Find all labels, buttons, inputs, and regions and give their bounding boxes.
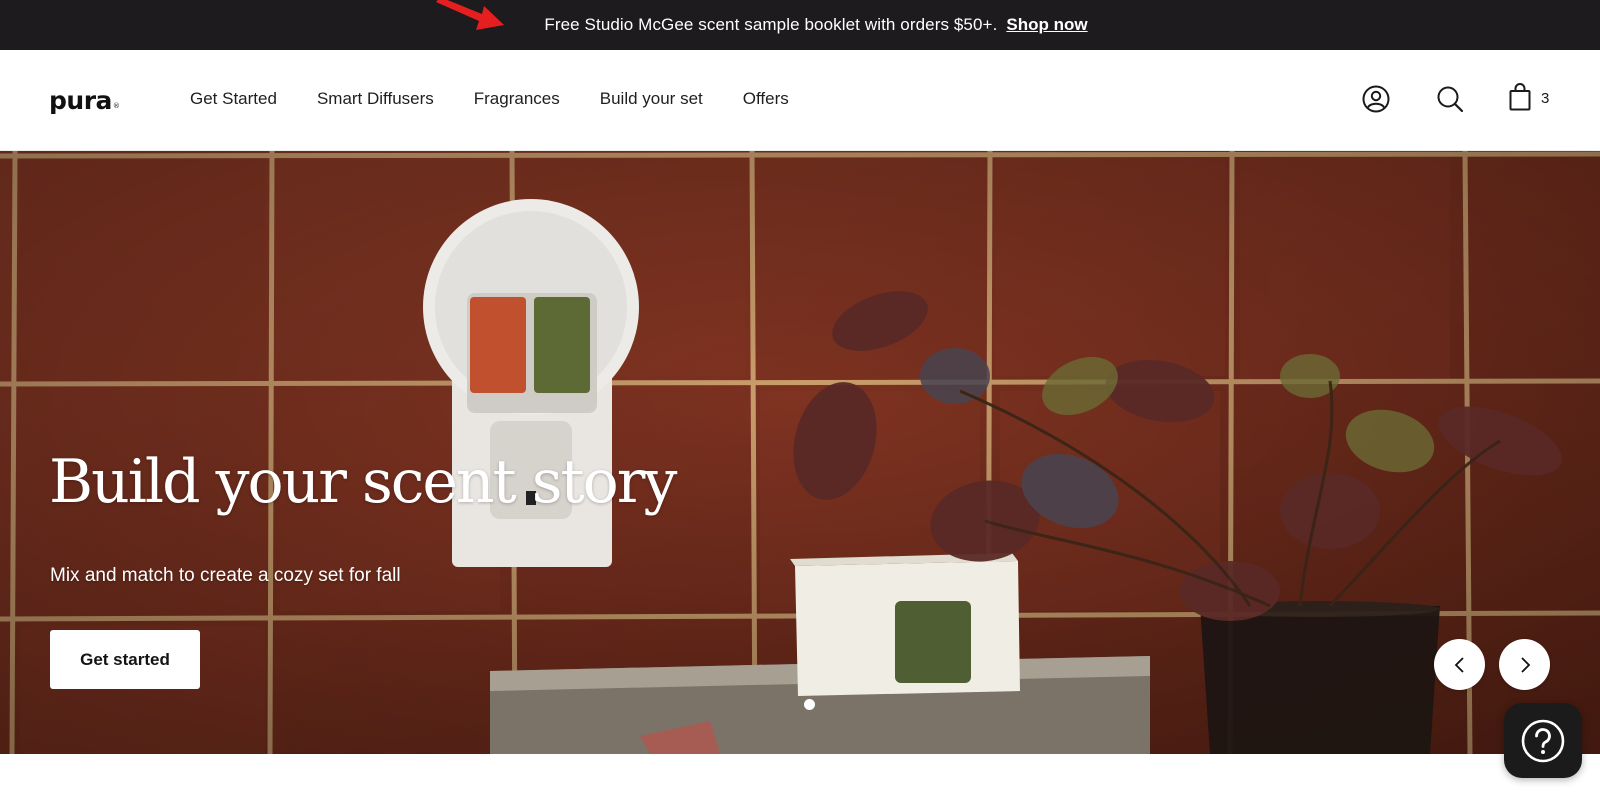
- carousel-dot-active[interactable]: [804, 699, 815, 710]
- bag-icon[interactable]: [1509, 83, 1531, 111]
- help-chat-button[interactable]: [1504, 703, 1582, 778]
- shop-now-link[interactable]: Shop now: [1006, 15, 1087, 35]
- main-nav: Get Started Smart Diffusers Fragrances B…: [190, 89, 829, 109]
- nav-build-your-set[interactable]: Build your set: [600, 89, 703, 109]
- cart-count[interactable]: 3: [1541, 90, 1549, 107]
- get-started-button[interactable]: Get started: [50, 630, 200, 689]
- nav-smart-diffusers[interactable]: Smart Diffusers: [317, 89, 434, 109]
- hero-title: Build your scent story: [49, 447, 677, 517]
- nav-get-started[interactable]: Get Started: [190, 89, 277, 109]
- search-icon[interactable]: [1436, 85, 1464, 113]
- announcement-bar: Free Studio McGee scent sample booklet w…: [0, 0, 1600, 50]
- hero-subtitle: Mix and match to create a cozy set for f…: [50, 565, 401, 586]
- site-header: pura® Get Started Smart Diffusers Fragra…: [0, 50, 1600, 151]
- nav-offers[interactable]: Offers: [743, 89, 789, 109]
- carousel-prev-button[interactable]: [1434, 639, 1485, 690]
- hero-banner: Build your scent story Mix and match to …: [0, 151, 1600, 754]
- pura-logo[interactable]: pura®: [49, 86, 120, 115]
- red-arrow-annotation: [436, 0, 504, 30]
- question-icon: [1521, 719, 1565, 762]
- carousel-next-button[interactable]: [1499, 639, 1550, 690]
- nav-fragrances[interactable]: Fragrances: [474, 89, 560, 109]
- announcement-text: Free Studio McGee scent sample booklet w…: [544, 15, 998, 34]
- chevron-right-icon: [1520, 656, 1530, 673]
- account-icon[interactable]: [1362, 85, 1390, 113]
- chevron-left-icon: [1454, 656, 1464, 673]
